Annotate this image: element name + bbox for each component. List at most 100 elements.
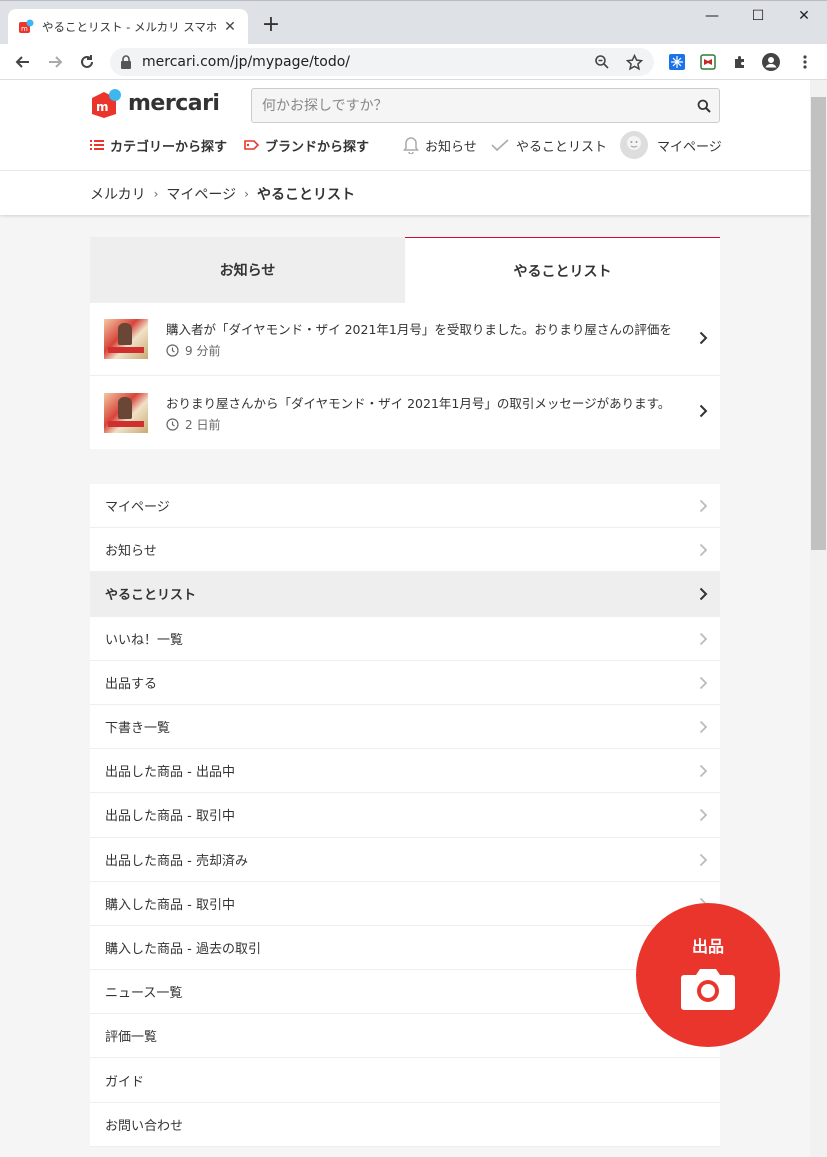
sell-fab-label: 出品 <box>691 937 724 956</box>
chevron-right-icon <box>699 853 708 866</box>
todo-time-text: 9 分前 <box>185 344 221 358</box>
todo-item[interactable]: おりまり屋さんから「ダイヤモンド・ザイ 2021年1月号」の取引メッセージがあり… <box>90 376 720 449</box>
menu-item-purchased-trading[interactable]: 購入した商品 - 取引中 <box>90 882 720 926</box>
new-tab-button[interactable]: + <box>258 11 284 39</box>
list-icon <box>90 140 104 150</box>
chevron-right-icon <box>699 544 708 557</box>
menu-item-likes[interactable]: いいね！一覧 <box>90 617 720 661</box>
tag-icon <box>244 140 259 150</box>
forward-icon[interactable] <box>42 50 68 74</box>
menu-label: 評価一覧 <box>105 1030 158 1046</box>
menu-item-todo[interactable]: やることリスト <box>90 572 720 617</box>
maximize-icon[interactable]: ☐ <box>735 1 781 31</box>
camera-icon <box>681 969 735 1010</box>
chevron-right-icon <box>699 809 708 822</box>
menu-label: お知らせ <box>105 544 157 560</box>
svg-text:m: m <box>21 25 28 33</box>
extension-mcafee-icon[interactable] <box>699 53 717 71</box>
window-close-icon[interactable]: ✕ <box>781 1 827 31</box>
tab-close-icon[interactable]: ✕ <box>222 19 238 35</box>
menu-label: 出品した商品 - 出品中 <box>105 765 235 781</box>
menu-label: ガイド <box>105 1074 145 1090</box>
browser-tab[interactable]: m やることリスト - メルカリ スマホでかんたん ✕ <box>8 9 248 45</box>
menu-label: マイページ <box>105 500 170 516</box>
nav-category-label: カテゴリーから探す <box>110 139 228 155</box>
menu-label: 下書き一覧 <box>105 721 171 737</box>
menu-item-sell[interactable]: 出品する <box>90 661 720 705</box>
nav-notifications-link[interactable]: お知らせ <box>403 134 477 156</box>
notification-tabs: お知らせ やることリスト <box>90 237 720 303</box>
chevron-right-icon <box>699 632 708 645</box>
menu-item-drafts[interactable]: 下書き一覧 <box>90 705 720 750</box>
header-divider <box>0 170 810 171</box>
chevron-right-icon <box>699 588 708 601</box>
bookmark-star-icon[interactable] <box>626 48 643 76</box>
extensions-puzzle-icon[interactable] <box>731 53 749 71</box>
menu-item-listed-selling[interactable]: 出品した商品 - 出品中 <box>90 749 720 794</box>
lock-icon <box>121 55 131 69</box>
todo-time: 2 日前 <box>166 416 720 433</box>
back-icon[interactable] <box>10 50 36 74</box>
breadcrumb-mypage[interactable]: マイページ <box>166 184 236 204</box>
tab-title: やることリスト - メルカリ スマホでかんたん <box>42 20 216 34</box>
menu-item-notifications[interactable]: お知らせ <box>90 528 720 573</box>
mercari-logo-icon: m <box>92 89 121 118</box>
clock-icon <box>166 344 179 357</box>
menu-label: 購入した商品 - 過去の取引 <box>105 941 261 957</box>
address-bar[interactable]: mercari.com/jp/mypage/todo/ <box>110 48 654 76</box>
todo-item[interactable]: 購入者が「ダイヤモンド・ザイ 2021年1月号」を受取りました。おりまり屋さんの… <box>90 303 720 376</box>
search-icon[interactable] <box>689 99 719 113</box>
browser-titlebar: m やることリスト - メルカリ スマホでかんたん ✕ + — ☐ ✕ <box>0 0 827 45</box>
search-input[interactable] <box>252 97 689 114</box>
todo-text: 購入者が「ダイヤモンド・ザイ 2021年1月号」を受取りました。おりまり屋さんの… <box>166 322 671 337</box>
chevron-right-icon <box>699 720 708 734</box>
chevron-right-icon <box>699 676 708 689</box>
menu-label: 購入した商品 - 取引中 <box>105 897 235 913</box>
clock-icon <box>166 417 179 431</box>
nav-mypage-link[interactable]: マイページ <box>619 129 722 161</box>
item-thumbnail <box>104 392 148 433</box>
menu-label: 出品した商品 - 取引中 <box>105 809 235 825</box>
nav-brand-label: ブランドから探す <box>265 139 370 155</box>
minimize-icon[interactable]: — <box>689 1 735 31</box>
mercari-favicon-icon: m <box>19 19 34 33</box>
breadcrumb-home[interactable]: メルカリ <box>90 184 146 204</box>
mercari-logo[interactable]: m mercari <box>90 88 220 118</box>
todo-time: 9 分前 <box>166 342 720 359</box>
nav-todo-link[interactable]: やることリスト <box>490 134 607 156</box>
site-header: m mercari カテゴリーから探す ブランドから探す お知らせ やることリス… <box>0 80 810 215</box>
bell-icon <box>403 137 419 154</box>
reload-icon[interactable] <box>74 50 100 74</box>
nav-todo-label: やることリスト <box>516 139 608 155</box>
todo-text: おりまり屋さんから「ダイヤモンド・ザイ 2021年1月号」の取引メッセージがあり… <box>166 395 671 411</box>
browser-menu-icon[interactable] <box>796 53 814 71</box>
sell-fab-button[interactable]: 出品 <box>636 903 780 1047</box>
profile-avatar-icon[interactable] <box>762 53 780 71</box>
menu-item-news[interactable]: ニュース一覧 <box>90 970 720 1015</box>
menu-item-listed-sold[interactable]: 出品した商品 - 売却済み <box>90 838 720 882</box>
scrollbar-thumb[interactable] <box>811 97 826 550</box>
breadcrumb-chevron-icon: › <box>244 187 249 201</box>
menu-item-contact[interactable]: お問い合わせ <box>90 1103 720 1147</box>
mypage-menu: マイページ お知らせ やることリスト いいね！一覧 出品する 下書き一覧 出品し… <box>90 484 720 1147</box>
menu-item-guide[interactable]: ガイド <box>90 1058 720 1103</box>
menu-item-listed-trading[interactable]: 出品した商品 - 取引中 <box>90 793 720 838</box>
nav-brand-link[interactable]: ブランドから探す <box>244 134 369 156</box>
check-icon <box>491 139 509 152</box>
extension-snowflake-icon[interactable] <box>668 53 686 71</box>
menu-label: やることリスト <box>105 588 197 604</box>
menu-item-mypage[interactable]: マイページ <box>90 484 720 529</box>
menu-item-reviews[interactable]: 評価一覧 <box>90 1014 720 1059</box>
nav-category-link[interactable]: カテゴリーから探す <box>90 134 227 156</box>
tab-todo[interactable]: やることリスト <box>405 237 720 303</box>
zoom-icon[interactable] <box>594 48 610 76</box>
breadcrumb: メルカリ › マイページ › やることリスト <box>90 184 355 204</box>
svg-text:m: m <box>96 100 109 114</box>
item-thumbnail <box>104 319 148 359</box>
chevron-right-icon <box>699 764 708 778</box>
menu-label: お問い合わせ <box>105 1118 184 1134</box>
search-box <box>251 88 720 123</box>
menu-item-purchased-past[interactable]: 購入した商品 - 過去の取引 <box>90 926 720 971</box>
tab-notifications[interactable]: お知らせ <box>90 237 405 303</box>
todo-time-text: 2 日前 <box>185 417 221 432</box>
